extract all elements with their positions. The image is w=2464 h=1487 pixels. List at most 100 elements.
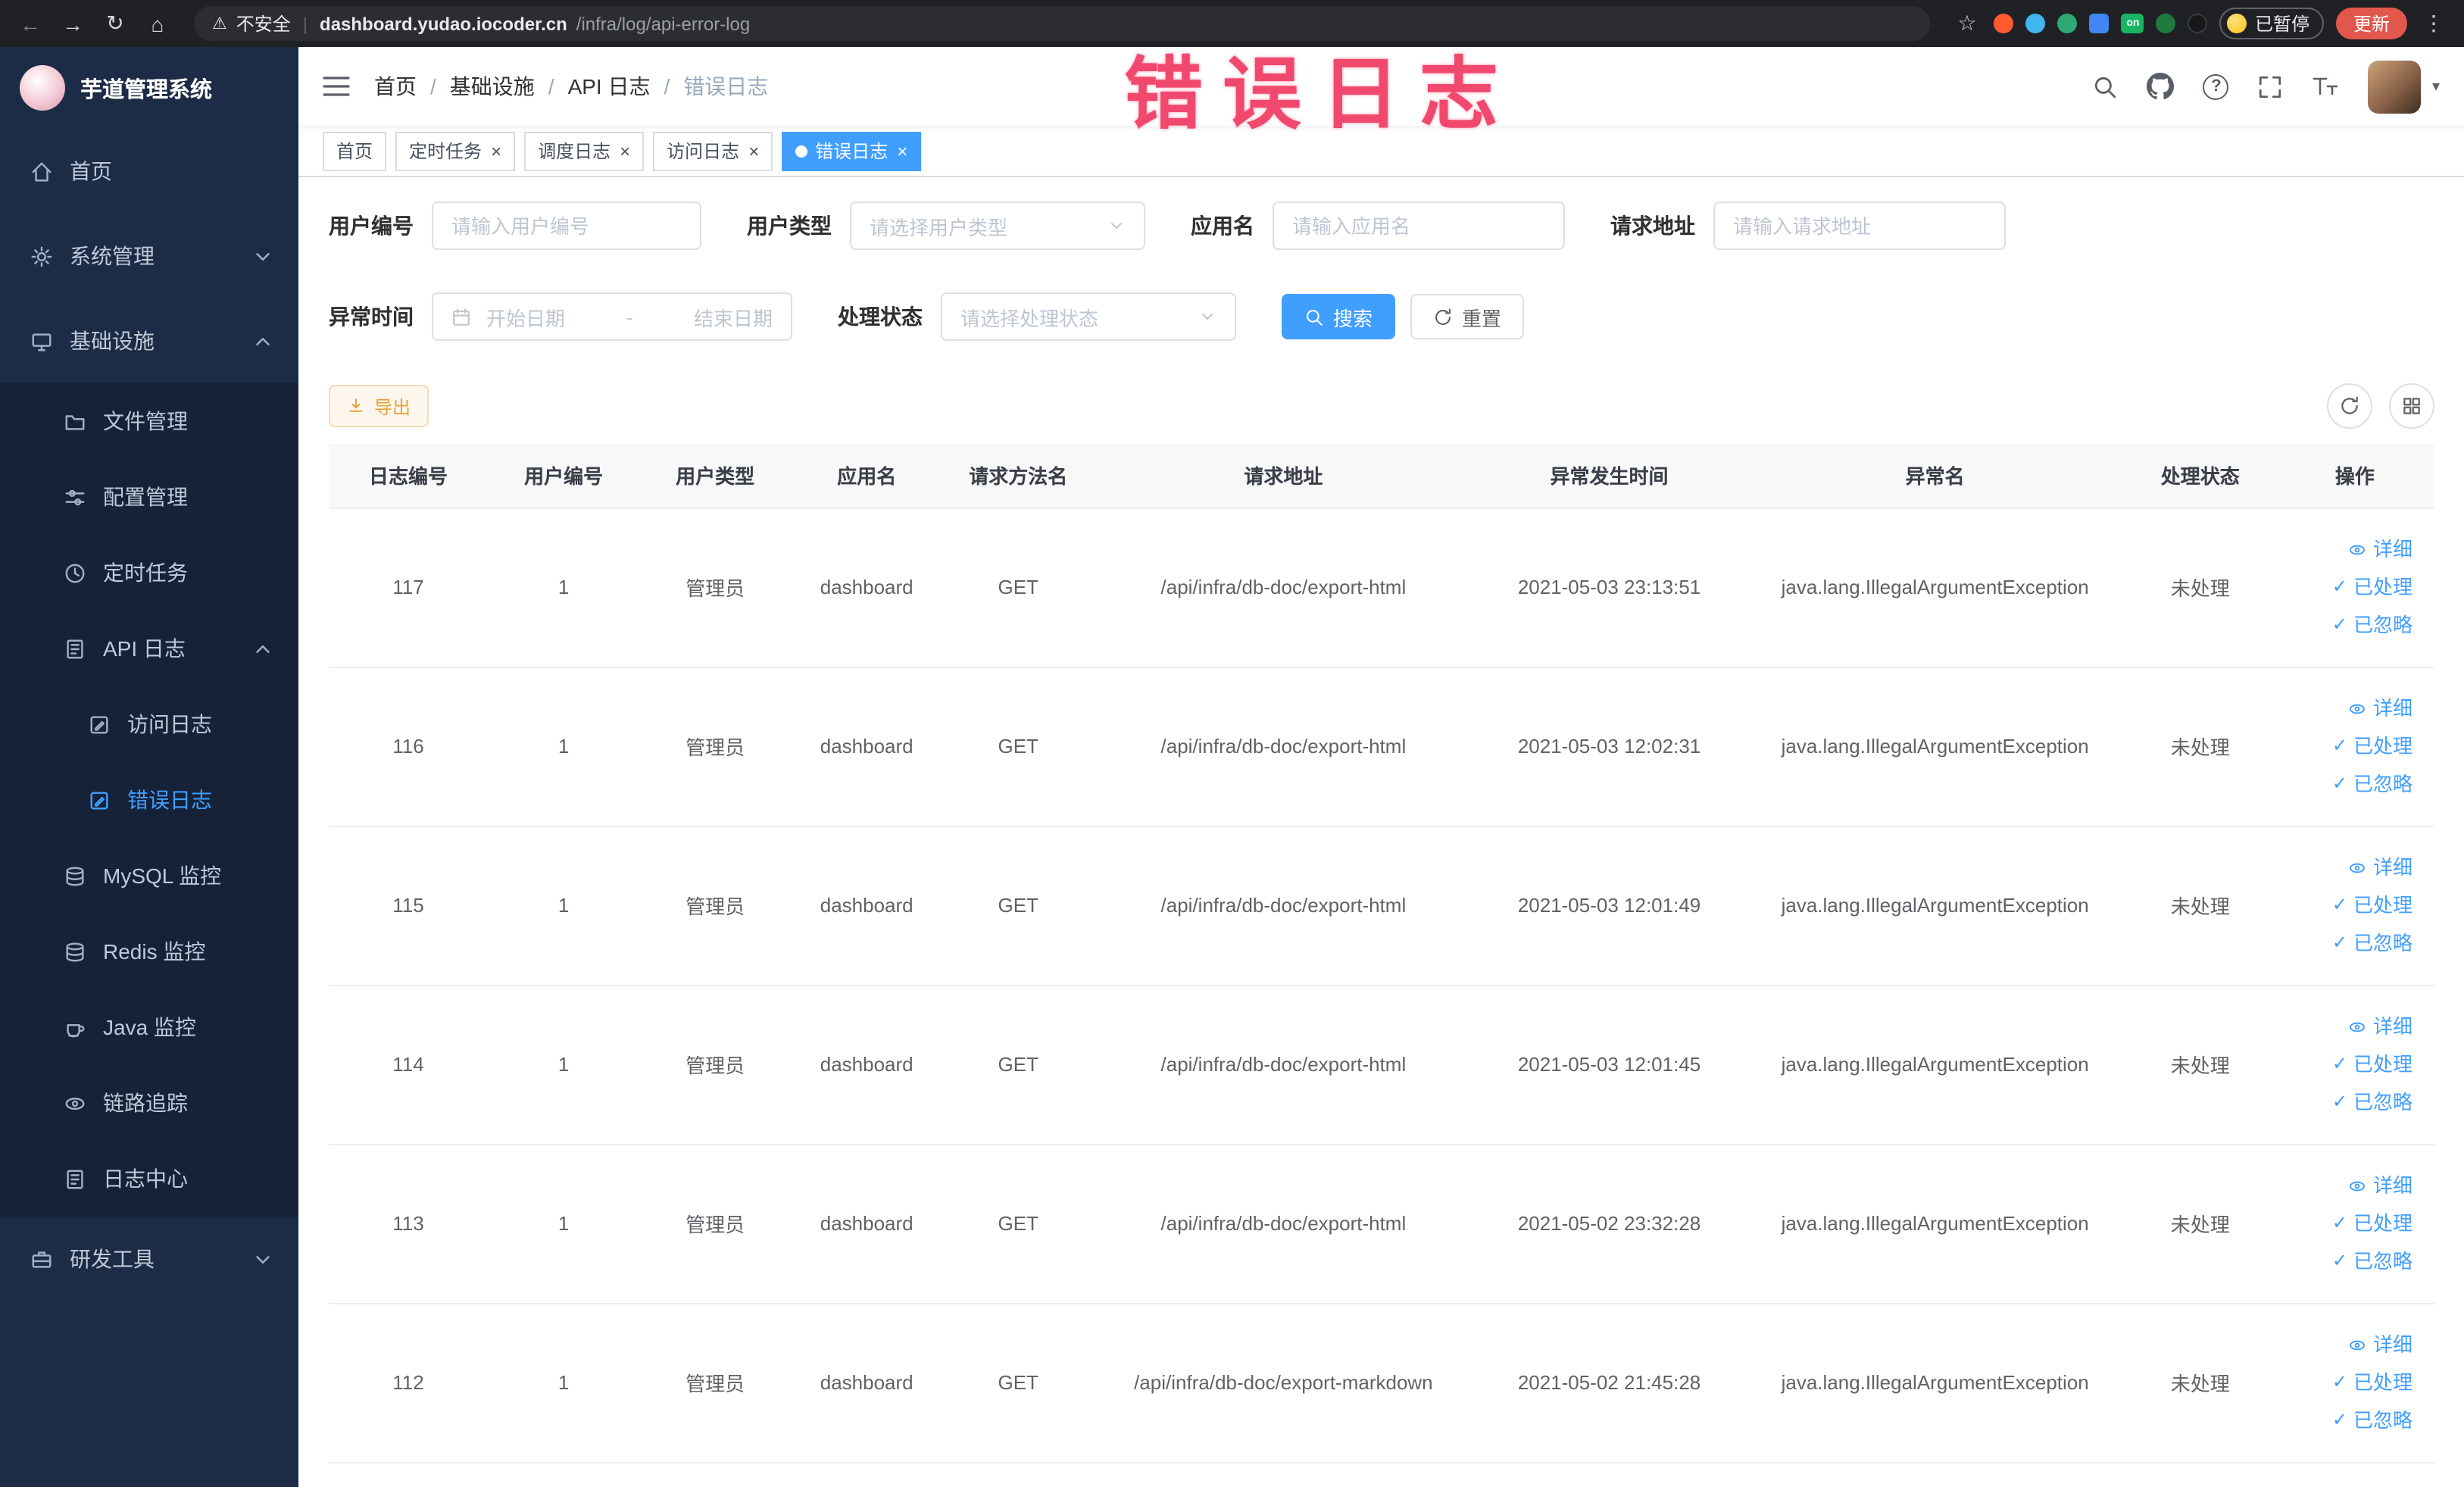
detail-link[interactable]: 详细 [2282,689,2412,727]
sidebar-item-log-center[interactable]: 日志中心 [0,1141,298,1217]
sidebar-item-dev-tools[interactable]: 研发工具 [0,1217,298,1301]
browser-update-button[interactable]: 更新 [2336,8,2406,39]
sidebar-item-access-log[interactable]: 访问日志 [0,686,298,762]
extension-icon[interactable] [2188,14,2208,33]
address-bar[interactable]: ⚠ 不安全 | dashboard.yudao.iocoder.cn /infr… [194,6,1931,41]
request-url-input[interactable] [1713,201,2006,250]
ignored-link[interactable]: ✓ 已忽略 [2282,924,2412,962]
close-icon[interactable]: × [620,140,630,161]
detail-link[interactable]: 详细 [2282,848,2412,886]
extension-icon[interactable] [2025,14,2046,33]
calendar-icon [453,308,470,325]
paused-badge[interactable]: 已暂停 [2219,8,2325,39]
breadcrumb-item[interactable]: 首页 [374,71,417,102]
sidebar-item-redis-monitor[interactable]: Redis 监控 [0,914,298,989]
search-button-label: 搜索 [1333,307,1373,330]
breadcrumb-item[interactable]: API 日志 [568,71,651,102]
detail-link[interactable]: 详细 [2282,1167,2412,1204]
breadcrumb-separator: / [430,74,436,98]
refresh-icon [2341,396,2357,414]
user-menu[interactable]: ▾ [2368,60,2440,113]
reset-button[interactable]: 重置 [1410,294,1525,339]
browser-forward-icon[interactable]: → [58,11,88,36]
sidebar-item-scheduled-tasks[interactable]: 定时任务 [0,535,298,611]
sidebar-item-infrastructure[interactable]: 基础设施 [0,298,298,383]
processed-link[interactable]: ✓ 已处理 [2282,1204,2412,1242]
sidebar-toggle-icon[interactable] [323,74,350,98]
ignored-link[interactable]: ✓ 已忽略 [2282,765,2412,803]
tag-error-log[interactable]: 错误日志 × [782,131,922,170]
processed-link[interactable]: ✓ 已处理 [2282,1045,2412,1083]
search-button[interactable]: 搜索 [1282,294,1396,339]
breadcrumb-item[interactable]: 基础设施 [450,71,535,102]
browser-back-icon[interactable]: ← [15,11,45,36]
sidebar-item-error-log[interactable]: 错误日志 [0,762,298,838]
browser-home-icon[interactable]: ⌂ [142,11,173,36]
process-status-select[interactable]: 请选择处理状态 [941,292,1236,341]
user-type-select[interactable]: 请选择用户类型 [850,201,1145,250]
sidebar-item-trace[interactable]: 链路追踪 [0,1065,298,1141]
sidebar-item-home[interactable]: 首页 [0,129,298,214]
sidebar-item-file-management[interactable]: 文件管理 [0,383,298,459]
processed-link[interactable]: ✓ 已处理 [2282,1364,2412,1401]
extension-icon[interactable] [1994,14,2014,33]
sidebar-item-config-management[interactable]: 配置管理 [0,459,298,535]
search-icon[interactable] [2093,73,2119,99]
close-icon[interactable]: × [748,140,759,161]
fullscreen-icon[interactable] [2258,73,2284,99]
browser-menu-icon[interactable]: ⋮ [2419,11,2449,36]
github-icon[interactable] [2147,73,2175,100]
user-id-input[interactable] [432,201,701,250]
cell-time: 2021-05-03 12:02:31 [1472,667,1746,826]
sidebar-item-mysql-monitor[interactable]: MySQL 监控 [0,838,298,914]
refresh-table-button[interactable] [2326,383,2372,429]
cell-actions: 详细 ✓ 已处理 ✓ 已忽略 [2275,1303,2434,1463]
processed-link[interactable]: ✓ 已处理 [2282,886,2412,924]
app-logo[interactable]: 芋道管理系统 [0,47,298,129]
detail-link[interactable]: 详细 [2282,1326,2412,1364]
extension-icon[interactable] [2089,14,2110,33]
ignored-link[interactable]: ✓ 已忽略 [2282,1401,2412,1439]
ignored-link[interactable]: ✓ 已忽略 [2282,606,2412,644]
app-title: 芋道管理系统 [80,78,212,102]
close-icon[interactable]: × [897,140,907,161]
sidebar-item-system[interactable]: 系统管理 [0,214,298,298]
detail-link[interactable]: 详细 [2282,530,2412,568]
chevron-down-icon [256,252,270,260]
extension-on-icon[interactable]: on [2121,14,2144,33]
help-icon[interactable]: ? [2203,73,2229,99]
app-name-input[interactable] [1273,201,1565,250]
detail-link[interactable]: 详细 [2282,1007,2412,1045]
processed-link[interactable]: ✓ 已处理 [2282,727,2412,765]
cell-status: 未处理 [2124,985,2276,1145]
extension-icon[interactable] [2156,14,2176,33]
sidebar-item-label: 访问日志 [127,712,212,736]
sidebar-item-java-monitor[interactable]: Java 监控 [0,989,298,1065]
cell-url: /api/infra/db-doc/export-html [1094,985,1473,1145]
column-settings-button[interactable] [2388,383,2434,429]
ignored-link[interactable]: ✓ 已忽略 [2282,1083,2412,1121]
tag-schedule-log[interactable]: 调度日志 × [524,131,645,170]
exception-time-range-picker[interactable]: 开始日期 - 结束日期 [432,292,792,341]
sliders-icon [65,489,85,505]
close-icon[interactable]: × [491,140,501,161]
table-row: 112 1 管理员 dashboard GET /api/infra/db-do… [329,1303,2434,1463]
extension-icon[interactable] [2057,14,2078,33]
cell-exception: java.lang.IllegalArgumentException [1745,1303,2125,1463]
tag-access-log[interactable]: 访问日志 × [653,131,773,170]
tag-home[interactable]: 首页 [323,131,387,170]
bookmark-star-icon[interactable]: ☆ [1952,11,1982,36]
filter-label: 处理状态 [838,305,923,329]
page-content: 用户编号 用户类型 请选择用户类型 应用名 [298,177,2464,1487]
tag-scheduled-tasks[interactable]: 定时任务 × [395,131,516,170]
ignored-link[interactable]: ✓ 已忽略 [2282,1242,2412,1280]
export-button[interactable]: 导出 [329,385,429,427]
document-icon [67,639,83,658]
sidebar-item-api-log[interactable]: API 日志 [0,611,298,686]
tag-label: 错误日志 [815,141,888,162]
warning-icon: ⚠ [212,15,227,33]
font-size-icon[interactable] [2313,74,2340,98]
browser-refresh-icon[interactable]: ↻ [100,11,130,36]
processed-link[interactable]: ✓ 已处理 [2282,568,2412,606]
start-date-placeholder: 开始日期 [486,307,566,330]
